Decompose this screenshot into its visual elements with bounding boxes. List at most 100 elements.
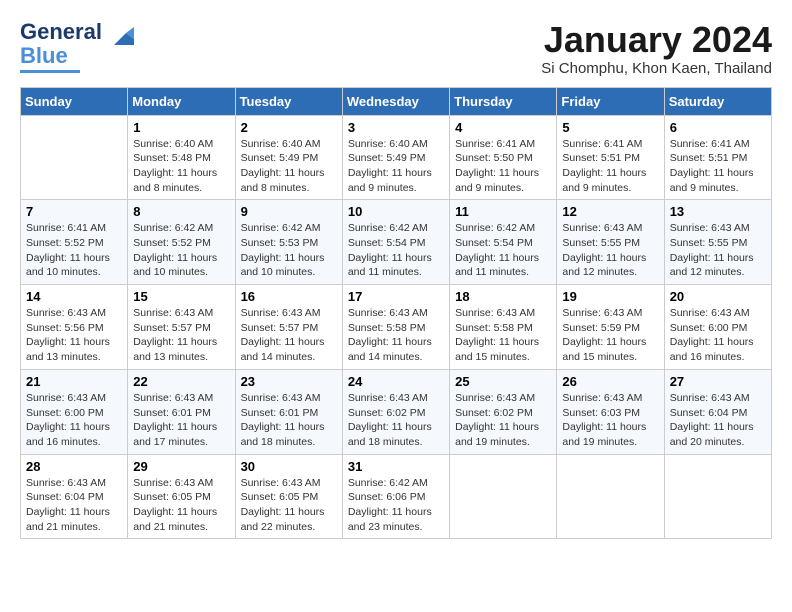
- day-number: 5: [562, 120, 658, 135]
- calendar-cell: 11 Sunrise: 6:42 AM Sunset: 5:54 PM Dayli…: [450, 200, 557, 285]
- calendar-day-header: Tuesday: [235, 87, 342, 115]
- calendar-cell: 28 Sunrise: 6:43 AM Sunset: 6:04 PM Dayli…: [21, 454, 128, 539]
- calendar-cell: 6 Sunrise: 6:41 AM Sunset: 5:51 PM Daylig…: [664, 115, 771, 200]
- day-info: Sunrise: 6:43 AM Sunset: 5:59 PM Dayligh…: [562, 306, 658, 365]
- day-info: Sunrise: 6:43 AM Sunset: 6:04 PM Dayligh…: [26, 476, 122, 535]
- day-info: Sunrise: 6:43 AM Sunset: 6:01 PM Dayligh…: [241, 391, 337, 450]
- day-number: 23: [241, 374, 337, 389]
- day-info: Sunrise: 6:41 AM Sunset: 5:51 PM Dayligh…: [562, 137, 658, 196]
- calendar-cell: 30 Sunrise: 6:43 AM Sunset: 6:05 PM Dayli…: [235, 454, 342, 539]
- day-info: Sunrise: 6:41 AM Sunset: 5:52 PM Dayligh…: [26, 221, 122, 280]
- calendar-cell: 21Sunrise: 6:43 AM Sunset: 6:00 PM Dayli…: [21, 369, 128, 454]
- calendar-cell: [664, 454, 771, 539]
- day-info: Sunrise: 6:43 AM Sunset: 6:05 PM Dayligh…: [241, 476, 337, 535]
- calendar-cell: 2 Sunrise: 6:40 AM Sunset: 5:49 PM Daylig…: [235, 115, 342, 200]
- logo-text: GeneralBlue: [20, 19, 102, 68]
- day-number: 31: [348, 459, 444, 474]
- calendar-cell: 19 Sunrise: 6:43 AM Sunset: 5:59 PM Dayli…: [557, 285, 664, 370]
- day-info: Sunrise: 6:43 AM Sunset: 5:58 PM Dayligh…: [455, 306, 551, 365]
- day-number: 28: [26, 459, 122, 474]
- day-info: Sunrise: 6:43 AM Sunset: 6:02 PM Dayligh…: [455, 391, 551, 450]
- day-number: 6: [670, 120, 766, 135]
- calendar-cell: 29 Sunrise: 6:43 AM Sunset: 6:05 PM Dayli…: [128, 454, 235, 539]
- day-number: 16: [241, 289, 337, 304]
- calendar-day-header: Friday: [557, 87, 664, 115]
- day-info: Sunrise: 6:43 AM Sunset: 5:57 PM Dayligh…: [133, 306, 229, 365]
- calendar-cell: 31 Sunrise: 6:42 AM Sunset: 6:06 PM Dayli…: [342, 454, 449, 539]
- calendar-cell: 15 Sunrise: 6:43 AM Sunset: 5:57 PM Dayli…: [128, 285, 235, 370]
- day-number: 2: [241, 120, 337, 135]
- day-info: Sunrise: 6:43 AM Sunset: 6:02 PM Dayligh…: [348, 391, 444, 450]
- day-number: 15: [133, 289, 229, 304]
- day-info: Sunrise: 6:43 AM Sunset: 6:03 PM Dayligh…: [562, 391, 658, 450]
- day-info: Sunrise: 6:41 AM Sunset: 5:51 PM Dayligh…: [670, 137, 766, 196]
- day-number: 14: [26, 289, 122, 304]
- calendar-cell: [557, 454, 664, 539]
- calendar-cell: [450, 454, 557, 539]
- day-info: Sunrise: 6:43 AM Sunset: 6:04 PM Dayligh…: [670, 391, 766, 450]
- logo-underline: [20, 70, 80, 73]
- day-number: 10: [348, 204, 444, 219]
- day-number: 30: [241, 459, 337, 474]
- month-title: January 2024: [541, 20, 772, 60]
- calendar-week-row: 1 Sunrise: 6:40 AM Sunset: 5:48 PM Daylig…: [21, 115, 772, 200]
- day-number: 19: [562, 289, 658, 304]
- calendar-cell: 20Sunrise: 6:43 AM Sunset: 6:00 PM Dayli…: [664, 285, 771, 370]
- day-number: 1: [133, 120, 229, 135]
- calendar-cell: 27Sunrise: 6:43 AM Sunset: 6:04 PM Dayli…: [664, 369, 771, 454]
- calendar-cell: 9 Sunrise: 6:42 AM Sunset: 5:53 PM Daylig…: [235, 200, 342, 285]
- day-info: Sunrise: 6:43 AM Sunset: 6:00 PM Dayligh…: [670, 306, 766, 365]
- day-number: 25: [455, 374, 551, 389]
- day-number: 4: [455, 120, 551, 135]
- calendar-day-header: Sunday: [21, 87, 128, 115]
- day-info: Sunrise: 6:42 AM Sunset: 6:06 PM Dayligh…: [348, 476, 444, 535]
- day-number: 21: [26, 374, 122, 389]
- calendar-cell: 17Sunrise: 6:43 AM Sunset: 5:58 PM Dayli…: [342, 285, 449, 370]
- logo: GeneralBlue: [20, 20, 136, 73]
- calendar-cell: 8Sunrise: 6:42 AM Sunset: 5:52 PM Daylig…: [128, 200, 235, 285]
- calendar-cell: 10 Sunrise: 6:42 AM Sunset: 5:54 PM Dayli…: [342, 200, 449, 285]
- day-info: Sunrise: 6:43 AM Sunset: 6:05 PM Dayligh…: [133, 476, 229, 535]
- day-info: Sunrise: 6:40 AM Sunset: 5:48 PM Dayligh…: [133, 137, 229, 196]
- day-number: 29: [133, 459, 229, 474]
- day-info: Sunrise: 6:42 AM Sunset: 5:54 PM Dayligh…: [455, 221, 551, 280]
- day-info: Sunrise: 6:42 AM Sunset: 5:54 PM Dayligh…: [348, 221, 444, 280]
- calendar-cell: 14 Sunrise: 6:43 AM Sunset: 5:56 PM Dayli…: [21, 285, 128, 370]
- day-number: 11: [455, 204, 551, 219]
- calendar-day-header: Wednesday: [342, 87, 449, 115]
- day-number: 12: [562, 204, 658, 219]
- day-number: 18: [455, 289, 551, 304]
- calendar-table: SundayMondayTuesdayWednesdayThursdayFrid…: [20, 87, 772, 540]
- logo-icon: [106, 23, 136, 53]
- calendar-week-row: 14 Sunrise: 6:43 AM Sunset: 5:56 PM Dayli…: [21, 285, 772, 370]
- calendar-cell: 13Sunrise: 6:43 AM Sunset: 5:55 PM Dayli…: [664, 200, 771, 285]
- day-info: Sunrise: 6:40 AM Sunset: 5:49 PM Dayligh…: [348, 137, 444, 196]
- title-area: January 2024 Si Chomphu, Khon Kaen, Thai…: [541, 20, 772, 77]
- calendar-cell: 16 Sunrise: 6:43 AM Sunset: 5:57 PM Dayli…: [235, 285, 342, 370]
- day-number: 9: [241, 204, 337, 219]
- day-info: Sunrise: 6:43 AM Sunset: 5:57 PM Dayligh…: [241, 306, 337, 365]
- day-info: Sunrise: 6:43 AM Sunset: 6:01 PM Dayligh…: [133, 391, 229, 450]
- day-info: Sunrise: 6:41 AM Sunset: 5:50 PM Dayligh…: [455, 137, 551, 196]
- calendar-cell: 24Sunrise: 6:43 AM Sunset: 6:02 PM Dayli…: [342, 369, 449, 454]
- calendar-cell: 7Sunrise: 6:41 AM Sunset: 5:52 PM Daylig…: [21, 200, 128, 285]
- calendar-week-row: 7Sunrise: 6:41 AM Sunset: 5:52 PM Daylig…: [21, 200, 772, 285]
- day-number: 13: [670, 204, 766, 219]
- calendar-cell: 22 Sunrise: 6:43 AM Sunset: 6:01 PM Dayli…: [128, 369, 235, 454]
- day-info: Sunrise: 6:43 AM Sunset: 5:56 PM Dayligh…: [26, 306, 122, 365]
- calendar-week-row: 28 Sunrise: 6:43 AM Sunset: 6:04 PM Dayli…: [21, 454, 772, 539]
- calendar-cell: 1 Sunrise: 6:40 AM Sunset: 5:48 PM Daylig…: [128, 115, 235, 200]
- calendar-cell: 3Sunrise: 6:40 AM Sunset: 5:49 PM Daylig…: [342, 115, 449, 200]
- day-info: Sunrise: 6:42 AM Sunset: 5:53 PM Dayligh…: [241, 221, 337, 280]
- calendar-cell: 12Sunrise: 6:43 AM Sunset: 5:55 PM Dayli…: [557, 200, 664, 285]
- calendar-cell: 23 Sunrise: 6:43 AM Sunset: 6:01 PM Dayli…: [235, 369, 342, 454]
- calendar-week-row: 21Sunrise: 6:43 AM Sunset: 6:00 PM Dayli…: [21, 369, 772, 454]
- day-info: Sunrise: 6:40 AM Sunset: 5:49 PM Dayligh…: [241, 137, 337, 196]
- day-number: 22: [133, 374, 229, 389]
- day-number: 26: [562, 374, 658, 389]
- calendar-day-header: Monday: [128, 87, 235, 115]
- day-number: 17: [348, 289, 444, 304]
- calendar-cell: 4 Sunrise: 6:41 AM Sunset: 5:50 PM Daylig…: [450, 115, 557, 200]
- day-info: Sunrise: 6:42 AM Sunset: 5:52 PM Dayligh…: [133, 221, 229, 280]
- calendar-cell: 25 Sunrise: 6:43 AM Sunset: 6:02 PM Dayli…: [450, 369, 557, 454]
